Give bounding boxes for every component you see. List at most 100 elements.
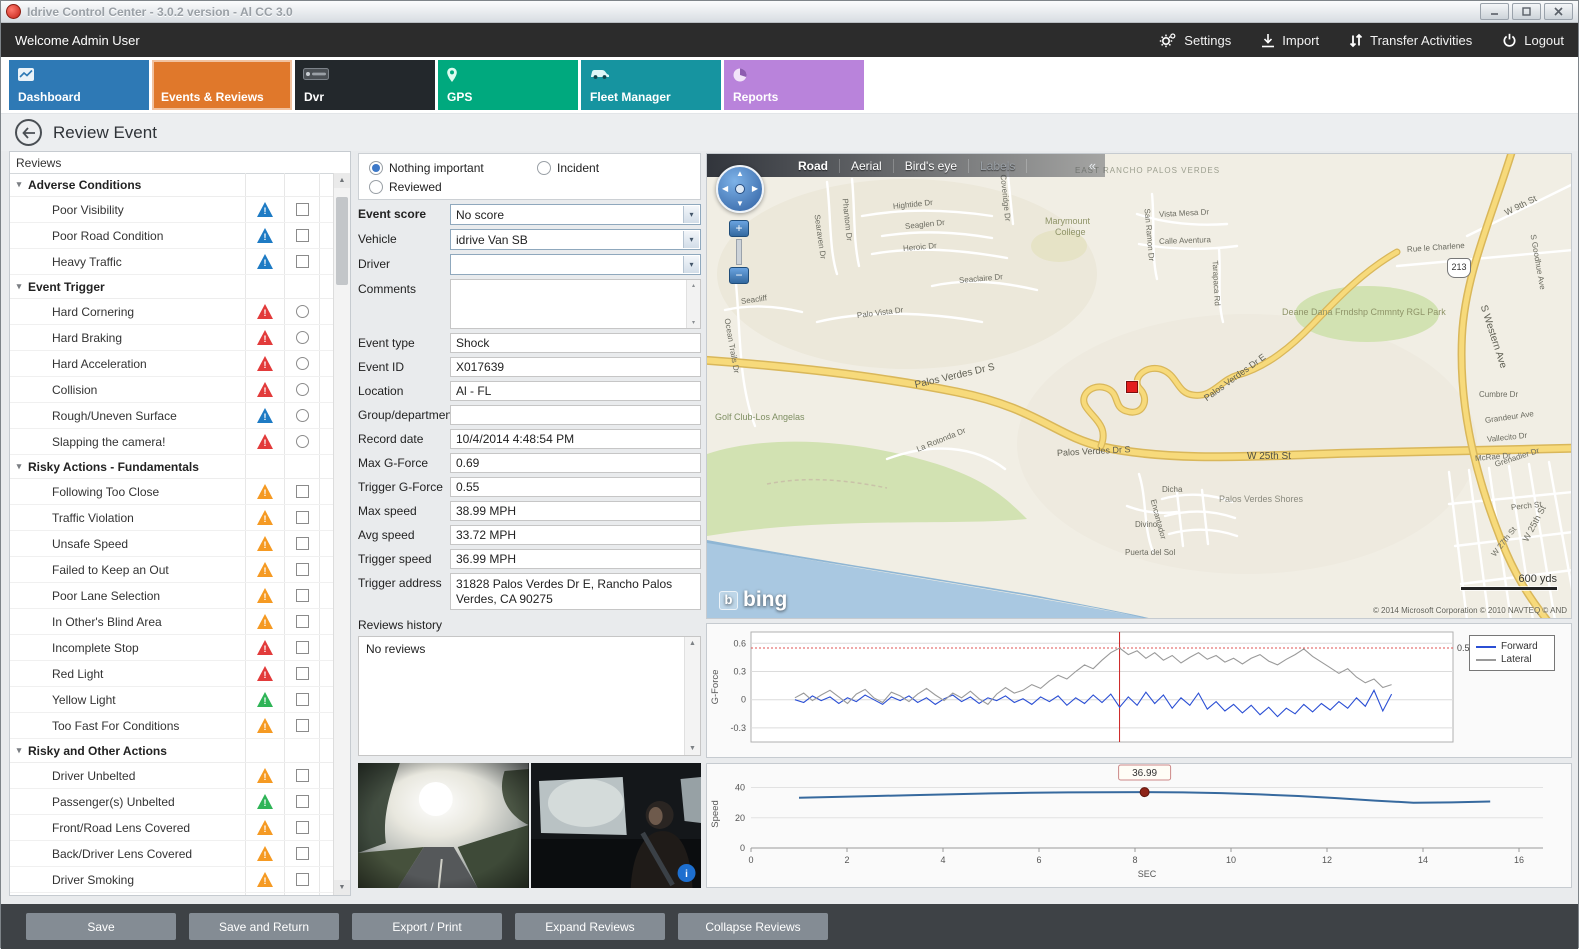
back-button[interactable] (15, 119, 42, 146)
cabin-camera-thumbnail[interactable]: i (531, 763, 702, 888)
pan-west-icon[interactable]: ◀ (722, 185, 728, 193)
field-avg-speed[interactable]: 33.72 MPH (450, 525, 701, 545)
review-checkbox[interactable] (296, 769, 309, 782)
scroll-down-icon[interactable]: ▼ (334, 880, 350, 895)
road-camera-thumbnail[interactable] (358, 763, 529, 888)
export-print-button[interactable]: Export / Print (352, 913, 502, 940)
transfer-activities-button[interactable]: Transfer Activities (1349, 33, 1472, 48)
collapse-arrow-icon[interactable]: ▾ (10, 745, 28, 756)
scroll-up-icon[interactable]: ▲ (334, 173, 350, 188)
chevron-down-icon[interactable]: ▾ (683, 256, 699, 273)
review-checkbox[interactable] (296, 485, 309, 498)
maximize-button[interactable] (1512, 3, 1541, 20)
radio-incident[interactable]: Incident (537, 161, 690, 175)
field-trigger-address[interactable]: 31828 Palos Verdes Dr E, Rancho Palos Ve… (450, 573, 701, 610)
map-view-labels[interactable]: Labels (969, 159, 1027, 173)
review-checkbox[interactable] (296, 589, 309, 602)
review-radio[interactable] (296, 331, 309, 344)
review-checkbox[interactable] (296, 203, 309, 216)
pan-south-icon[interactable]: ▼ (736, 200, 744, 208)
tab-gps[interactable]: GPS (438, 60, 578, 110)
save-button[interactable]: Save (26, 913, 176, 940)
review-radio[interactable] (296, 383, 309, 396)
review-checkbox[interactable] (296, 641, 309, 654)
review-checkbox[interactable] (296, 537, 309, 550)
review-checkbox[interactable] (296, 563, 309, 576)
settings-button[interactable]: Settings (1159, 32, 1231, 48)
field-max-g-force[interactable]: 0.69 (450, 453, 701, 473)
scrollbar-thumb[interactable] (336, 197, 348, 285)
collapse-arrow-icon[interactable]: ▾ (10, 461, 28, 472)
import-button[interactable]: Import (1261, 33, 1319, 48)
collapse-arrow-icon[interactable]: ▾ (10, 281, 28, 292)
field-record-date[interactable]: 10/4/2014 4:48:54 PM (450, 429, 701, 449)
zoom-in-button[interactable]: + (729, 220, 749, 237)
radio-icon[interactable] (537, 161, 551, 175)
tab-fleet-manager[interactable]: Fleet Manager (581, 60, 721, 110)
minimize-button[interactable] (1480, 3, 1509, 20)
select-driver[interactable]: ▾ (450, 254, 701, 275)
review-checkbox[interactable] (296, 511, 309, 524)
textarea-scrollbar[interactable]: ▴▾ (686, 280, 700, 328)
review-checkbox[interactable] (296, 255, 309, 268)
map-view-birds-eye[interactable]: Bird's eye (894, 159, 969, 173)
bing-map[interactable]: EAST RANCHO PALOS VERDESMarymountCollege… (706, 153, 1572, 619)
save-and-return-button[interactable]: Save and Return (189, 913, 339, 940)
field-location[interactable]: Al - FL (450, 381, 701, 401)
map-compass-control[interactable]: ▲ ▼ ◀ ▶ (716, 165, 764, 213)
map-view-aerial[interactable]: Aerial (840, 159, 894, 173)
field-trigger-speed[interactable]: 36.99 MPH (450, 549, 701, 569)
field-group-department[interactable] (450, 405, 701, 425)
review-checkbox[interactable] (296, 795, 309, 808)
radio-reviewed[interactable]: Reviewed (369, 180, 537, 194)
pan-east-icon[interactable]: ▶ (752, 185, 758, 193)
tab-reports[interactable]: Reports (724, 60, 864, 110)
review-checkbox[interactable] (296, 615, 309, 628)
review-radio[interactable] (296, 435, 309, 448)
reviews-scrollbar[interactable]: ▲ ▼ (333, 173, 350, 895)
tab-dashboard[interactable]: Dashboard (9, 60, 149, 110)
map-view-road[interactable]: Road (787, 159, 840, 173)
event-location-marker[interactable] (1126, 381, 1138, 393)
review-group-risky-and-other-actions[interactable]: ▾Risky and Other Actions (10, 739, 334, 763)
select-event-score[interactable]: No score▾ (450, 204, 701, 225)
radio-icon[interactable] (369, 180, 383, 194)
radio-icon[interactable] (369, 161, 383, 175)
expand-reviews-button[interactable]: Expand Reviews (515, 913, 665, 940)
review-radio[interactable] (296, 357, 309, 370)
radio-nothing-important[interactable]: Nothing important (369, 161, 537, 175)
close-button[interactable] (1544, 3, 1573, 20)
toolbar-collapse-icon[interactable]: « (1089, 158, 1105, 173)
logout-button[interactable]: Logout (1502, 33, 1564, 48)
review-group-event-trigger[interactable]: ▾Event Trigger (10, 275, 334, 299)
zoom-slider[interactable] (736, 239, 742, 265)
collapse-reviews-button[interactable]: Collapse Reviews (678, 913, 828, 940)
comments-textarea[interactable]: ▴▾ (450, 279, 701, 329)
field-event-type[interactable]: Shock (450, 333, 701, 353)
field-event-id[interactable]: X017639 (450, 357, 701, 377)
warning-icon-cell: ! (245, 223, 284, 248)
review-checkbox[interactable] (296, 719, 309, 732)
chevron-down-icon[interactable]: ▾ (683, 206, 699, 223)
chevron-down-icon[interactable]: ▾ (683, 231, 699, 248)
tab-dvr[interactable]: Dvr (295, 60, 435, 110)
compass-center[interactable] (735, 184, 745, 194)
review-checkbox[interactable] (296, 667, 309, 680)
collapse-arrow-icon[interactable]: ▾ (10, 179, 28, 190)
review-group-risky-actions-fundamentals[interactable]: ▾Risky Actions - Fundamentals (10, 455, 334, 479)
history-scrollbar[interactable]: ▲▼ (684, 637, 700, 755)
zoom-out-button[interactable]: − (729, 267, 749, 284)
field-trigger-g-force[interactable]: 0.55 (450, 477, 701, 497)
review-checkbox[interactable] (296, 693, 309, 706)
review-checkbox[interactable] (296, 821, 309, 834)
tab-events-reviews[interactable]: Events & Reviews (152, 60, 292, 110)
review-radio[interactable] (296, 409, 309, 422)
pan-north-icon[interactable]: ▲ (736, 170, 744, 178)
review-checkbox[interactable] (296, 229, 309, 242)
review-group-adverse-conditions[interactable]: ▾Adverse Conditions (10, 173, 334, 197)
review-checkbox[interactable] (296, 847, 309, 860)
field-max-speed[interactable]: 38.99 MPH (450, 501, 701, 521)
review-checkbox[interactable] (296, 873, 309, 886)
review-radio[interactable] (296, 305, 309, 318)
select-vehicle[interactable]: idrive Van SB▾ (450, 229, 701, 250)
